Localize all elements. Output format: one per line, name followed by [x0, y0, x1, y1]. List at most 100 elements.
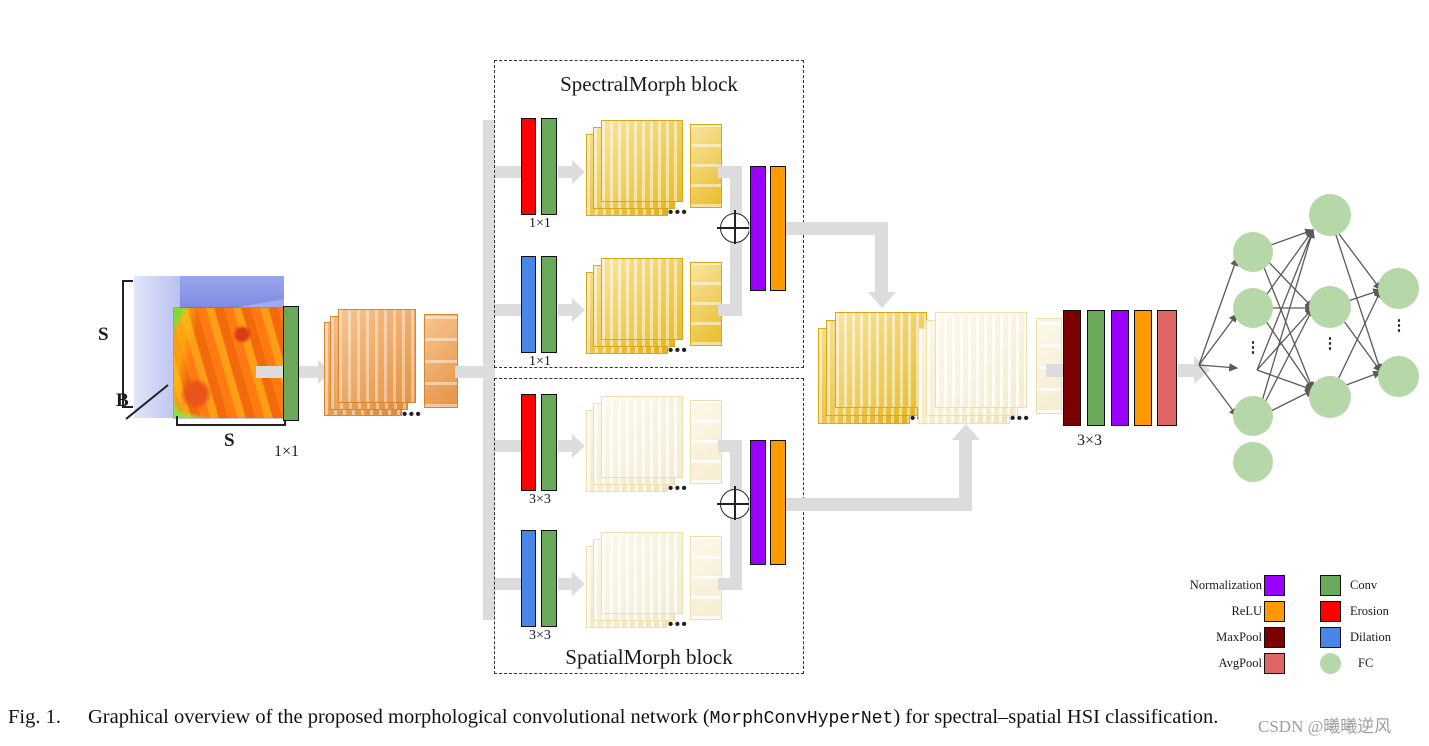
dim-label-depth: B — [116, 390, 129, 411]
legend-row: Normalization Conv — [1172, 574, 1422, 598]
head-conv-bar — [1087, 310, 1105, 426]
hyperspectral-image-patch — [174, 308, 284, 418]
fully-connected-network: ⋮ ⋮ ⋮ — [1185, 194, 1429, 482]
arrowhead-fusion-down — [868, 292, 896, 308]
legend-swatch-relu — [1264, 601, 1285, 622]
head-kernel-label: 3×3 — [1077, 432, 1103, 449]
spatialmorph-block-title: SpatialMorph block — [565, 645, 733, 669]
figure-canvas: S B S 1×1 ••• SpectralMorph block 1×1 ••… — [0, 0, 1429, 700]
fc-layer2-vertical-ellipsis: ⋮ — [1322, 335, 1338, 352]
spatial-erosion-bar — [521, 394, 536, 491]
csdn-watermark: CSDN @曦曦逆风 — [1258, 717, 1392, 736]
arrowhead-spatial-erosion — [572, 434, 585, 458]
fc-node — [1233, 396, 1273, 436]
width-measure-line — [176, 424, 286, 426]
caption-text-post: ) for spectral–spatial HSI classificatio… — [893, 706, 1219, 728]
dim-label-width: S — [224, 430, 235, 451]
legend-label-avgpool: AvgPool — [1218, 656, 1262, 670]
legend-label-normalization: Normalization — [1189, 578, 1262, 592]
stack-slab — [935, 312, 1027, 408]
legend-swatch-fc — [1320, 653, 1341, 674]
fusion-rail-from-spatial-v — [959, 440, 972, 510]
fusion-spatial-ellipsis: ••• — [1010, 410, 1031, 427]
spectral-erosion-stack-ellipsis: ••• — [668, 204, 689, 221]
spatial-dilation-kernel-label: 3×3 — [529, 628, 551, 643]
legend-swatch-maxpool — [1264, 627, 1285, 648]
spatial-erosion-stack-ellipsis: ••• — [668, 480, 689, 497]
spectral-erosion-bar — [521, 118, 536, 215]
head-relu-bar — [1134, 310, 1152, 426]
fc-connections — [1198, 225, 1383, 419]
spatial-dilation-bar — [521, 530, 536, 627]
spatial-erosion-conv-bar — [541, 394, 557, 491]
legend-label-fc: FC — [1358, 656, 1374, 670]
fc-layer3-vertical-ellipsis: ⋮ — [1391, 317, 1407, 334]
stack-slab — [601, 258, 683, 340]
spatial-erosion-kernel-label: 3×3 — [529, 492, 551, 507]
spectral-dilation-conv-bar — [541, 256, 557, 353]
spatial-normalization-bar — [750, 440, 766, 565]
arrow-cube-to-conv — [256, 366, 284, 378]
fc-node — [1233, 288, 1273, 328]
spectral-dilation-stack-ellipsis: ••• — [668, 342, 689, 359]
spatial-relu-bar — [770, 440, 786, 565]
dim-label-height: S — [98, 324, 109, 345]
fc-node — [1378, 268, 1419, 309]
legend-row: ReLU Erosion — [1172, 600, 1422, 624]
fusion-rail-from-spectral-h — [786, 222, 888, 235]
spectral-merge-oplus — [717, 210, 751, 244]
height-measure-cap-top — [122, 280, 133, 282]
stem-stack-ellipsis: ••• — [402, 406, 423, 423]
fc-node — [1233, 442, 1273, 482]
stack-slab — [338, 309, 416, 403]
legend-row: AvgPool FC — [1172, 652, 1422, 676]
fusion-rail-from-spatial-h — [786, 498, 972, 511]
fusion-rail-from-spectral-v — [875, 222, 888, 294]
legend-swatch-conv — [1320, 575, 1341, 596]
caption-text-pre: Graphical overview of the proposed morph… — [88, 706, 710, 728]
fc-node — [1309, 286, 1351, 328]
head-avgpool-bar — [1157, 310, 1177, 426]
spatial-dilation-feature-stack: ••• — [586, 530, 726, 635]
head-normalization-bar — [1111, 310, 1129, 426]
spatial-erosion-feature-stack: ••• — [586, 394, 726, 499]
spectral-erosion-conv-bar — [541, 118, 557, 215]
spectral-dilation-feature-stack: ••• — [586, 256, 726, 361]
legend-label-conv: Conv — [1350, 578, 1378, 592]
stem-feature-stack: ••• — [324, 306, 464, 426]
caption-code-name: MorphConvHyperNet — [709, 709, 894, 729]
arrowhead-spectral-dilation — [572, 298, 585, 322]
stem-conv-bar — [283, 306, 299, 421]
legend-swatch-avgpool — [1264, 653, 1285, 674]
spectral-erosion-feature-stack: ••• — [586, 118, 726, 223]
height-measure-line — [122, 280, 124, 408]
legend-swatch-dilation — [1320, 627, 1341, 648]
head-maxpool-bar — [1063, 310, 1081, 426]
stack-slab — [601, 532, 683, 614]
width-measure-cap-left — [176, 416, 178, 426]
legend-swatch-normalization — [1264, 575, 1285, 596]
input-hyperspectral-cube: S B S — [96, 258, 286, 451]
legend-label-maxpool: MaxPool — [1216, 630, 1262, 644]
fc-layer1-vertical-ellipsis: ⋮ — [1245, 339, 1261, 356]
spatial-dilation-conv-bar — [541, 530, 557, 627]
figure-caption: Fig. 1. Graphical overview of the propos… — [0, 706, 1429, 740]
stack-slab — [601, 396, 683, 478]
legend-row: MaxPool Dilation — [1172, 626, 1422, 650]
fc-node — [1309, 194, 1351, 236]
spatial-dilation-stack-ellipsis: ••• — [668, 616, 689, 633]
legend-swatch-erosion — [1320, 601, 1341, 622]
fc-node — [1233, 232, 1273, 272]
spectral-erosion-kernel-label: 1×1 — [529, 216, 551, 231]
arrowhead-spectral-erosion — [572, 160, 585, 184]
legend-label-dilation: Dilation — [1350, 630, 1391, 644]
figure-number: Fig. 1. — [8, 706, 61, 728]
spectral-dilation-bar — [521, 256, 536, 353]
arrowhead-spatial-dilation — [572, 572, 585, 596]
fc-node — [1378, 356, 1419, 397]
stack-slab — [835, 312, 927, 408]
spectral-dilation-kernel-label: 1×1 — [529, 354, 551, 369]
fc-node — [1309, 376, 1351, 418]
legend-label-relu: ReLU — [1231, 604, 1262, 618]
stem-conv-kernel-label: 1×1 — [274, 443, 300, 460]
